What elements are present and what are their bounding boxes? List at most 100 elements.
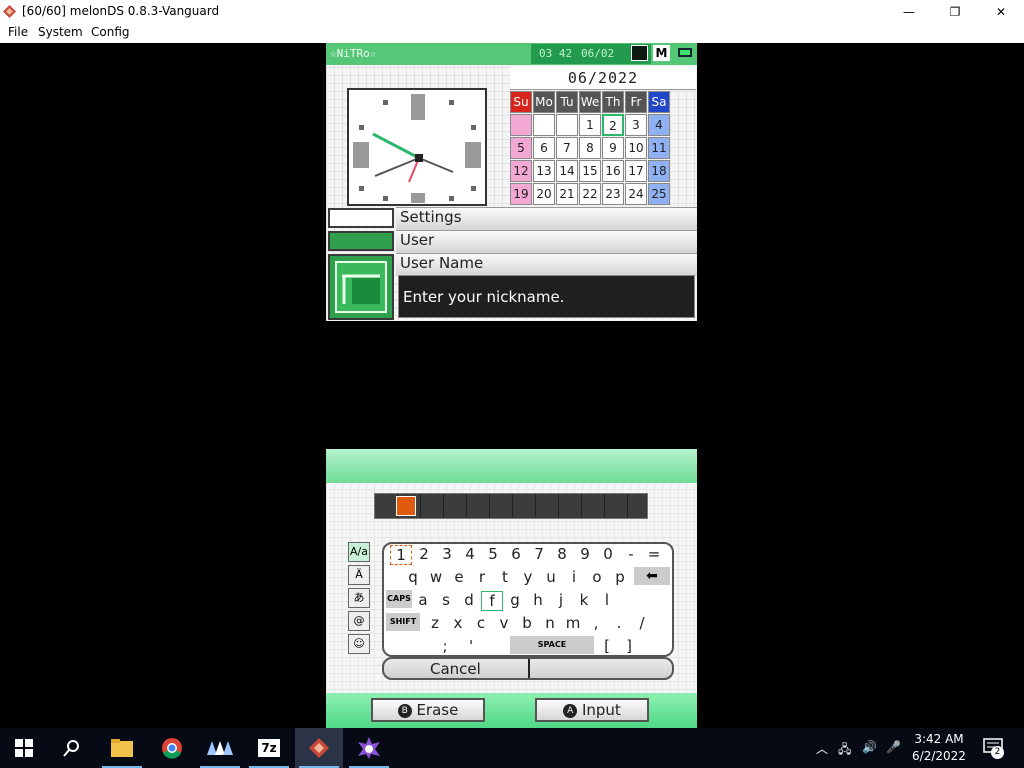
key-9[interactable]: 9 <box>574 545 596 563</box>
cancel-bar: Cancel <box>382 657 674 680</box>
user-row[interactable]: User <box>326 230 697 253</box>
minimize-button[interactable]: — <box>886 0 932 23</box>
key-t[interactable]: t <box>494 568 516 586</box>
close-icon: ✕ <box>995 4 1007 19</box>
restore-button[interactable]: ❐ <box>932 0 978 23</box>
calendar-day: 16 <box>602 160 624 182</box>
key-2[interactable]: 2 <box>413 545 435 563</box>
calendar-day <box>510 114 532 136</box>
key-3[interactable]: 3 <box>436 545 458 563</box>
backspace-key[interactable]: ⬅ <box>634 567 670 585</box>
key-symbol[interactable]: / <box>631 614 653 632</box>
mode-tab-kana[interactable]: あ <box>348 588 370 608</box>
cancel-divider <box>528 659 530 678</box>
erase-button[interactable]: B Erase <box>371 698 485 722</box>
key-w[interactable]: w <box>425 568 447 586</box>
key-f[interactable]: f <box>481 591 503 611</box>
mode-tab-accented[interactable]: Ä <box>348 565 370 585</box>
taskbar-clock[interactable]: 3:42 AM 6/2/2022 <box>902 731 976 765</box>
key-i[interactable]: i <box>563 568 585 586</box>
key-x[interactable]: x <box>447 614 469 632</box>
key-l[interactable]: l <box>596 591 618 609</box>
volume-icon[interactable]: 🔊 <box>862 740 877 754</box>
key-u[interactable]: u <box>540 568 562 586</box>
menu-system[interactable]: System <box>38 25 83 39</box>
melonds-taskbar-button[interactable] <box>295 728 343 768</box>
calendar-day: 8 <box>579 137 601 159</box>
key-symbol[interactable]: ' <box>460 637 482 655</box>
show-hidden-icons-chevron-icon[interactable]: ︿ <box>816 740 828 757</box>
menu-file[interactable]: File <box>8 25 28 39</box>
start-icon <box>15 739 33 757</box>
key-q[interactable]: q <box>402 568 424 586</box>
microphone-icon[interactable]: 🎤 <box>886 740 901 754</box>
file-explorer-button[interactable] <box>98 728 146 768</box>
key-c[interactable]: c <box>470 614 492 632</box>
key-z[interactable]: z <box>424 614 446 632</box>
calendar-weekday: We <box>579 91 601 113</box>
key-b[interactable]: b <box>516 614 538 632</box>
on-screen-keyboard: CAPS SHIFT SPACE ⬅ 1 2 3 4 5 6 7 8 9 0- = q w e r t y u i o… <box>382 542 674 657</box>
key-0[interactable]: 0 <box>597 545 619 563</box>
key-symbol[interactable]: - <box>620 545 642 563</box>
chrome-button[interactable] <box>148 728 196 768</box>
minimize-icon: — <box>903 4 915 19</box>
mode-tab-latin[interactable]: A/a <box>348 542 370 562</box>
key-j[interactable]: j <box>550 591 572 609</box>
key-h[interactable]: h <box>527 591 549 609</box>
search-button[interactable] <box>48 728 96 768</box>
key-p[interactable]: p <box>609 568 631 586</box>
key-g[interactable]: g <box>504 591 526 609</box>
shift-key[interactable]: SHIFT <box>386 613 420 631</box>
key-m[interactable]: m <box>562 614 584 632</box>
key-v[interactable]: v <box>493 614 515 632</box>
key-1[interactable]: 1 <box>390 545 412 565</box>
key-symbol[interactable]: . <box>608 614 630 632</box>
key-n[interactable]: n <box>539 614 561 632</box>
network-icon[interactable]: 🖧 <box>838 740 851 761</box>
user-icon <box>328 231 394 251</box>
app-icon <box>358 737 380 759</box>
menu-config[interactable]: Config <box>91 25 130 39</box>
start-button[interactable] <box>0 728 48 768</box>
key-y[interactable]: y <box>517 568 539 586</box>
calendar-day: 5 <box>510 137 532 159</box>
caps-key[interactable]: CAPS <box>386 590 412 608</box>
key-o[interactable]: o <box>586 568 608 586</box>
key-k[interactable]: k <box>573 591 595 609</box>
close-button[interactable]: ✕ <box>978 0 1024 23</box>
action-center-button[interactable]: 2 <box>983 738 1004 759</box>
key-5[interactable]: 5 <box>482 545 504 563</box>
status-time: 03 42 <box>539 47 573 60</box>
user-label: User <box>400 231 435 249</box>
input-label: Input <box>581 701 621 719</box>
settings-row[interactable]: Settings <box>326 207 697 230</box>
key-symbol[interactable]: = <box>643 545 665 563</box>
key-7[interactable]: 7 <box>528 545 550 563</box>
key-s[interactable]: s <box>435 591 457 609</box>
key-4[interactable]: 4 <box>459 545 481 563</box>
window-title: [60/60] melonDS 0.8.3-Vanguard <box>22 4 220 18</box>
7zip-button[interactable]: 7z <box>245 728 293 768</box>
key-e[interactable]: e <box>448 568 470 586</box>
input-button[interactable]: A Input <box>535 698 649 722</box>
key-r[interactable]: r <box>471 568 493 586</box>
app-button[interactable] <box>345 728 393 768</box>
calendar-day: 22 <box>579 183 601 205</box>
key-symbol[interactable]: , <box>585 614 607 632</box>
key-6[interactable]: 6 <box>505 545 527 563</box>
calendar-day: 15 <box>579 160 601 182</box>
key-symbol[interactable]: ; <box>434 637 456 655</box>
vanguard-button[interactable] <box>196 728 244 768</box>
mode-tab-symbols[interactable]: @ <box>348 611 370 631</box>
key-symbol[interactable]: ] <box>618 637 640 655</box>
key-d[interactable]: d <box>458 591 480 609</box>
key-8[interactable]: 8 <box>551 545 573 563</box>
key-symbol[interactable]: [ <box>596 637 618 655</box>
mode-tab-emoji[interactable]: ☺ <box>348 634 370 654</box>
calendar: 06/2022 Su Mo Tu We Th Fr Sa 1 2 3 4 5 6 7 8 9 10 11 12 13 1… <box>510 67 696 207</box>
key-a[interactable]: a <box>412 591 434 609</box>
space-key[interactable]: SPACE <box>510 636 594 654</box>
cancel-button[interactable]: Cancel <box>430 660 481 678</box>
bottom-footer: B Erase A Input <box>326 693 697 728</box>
